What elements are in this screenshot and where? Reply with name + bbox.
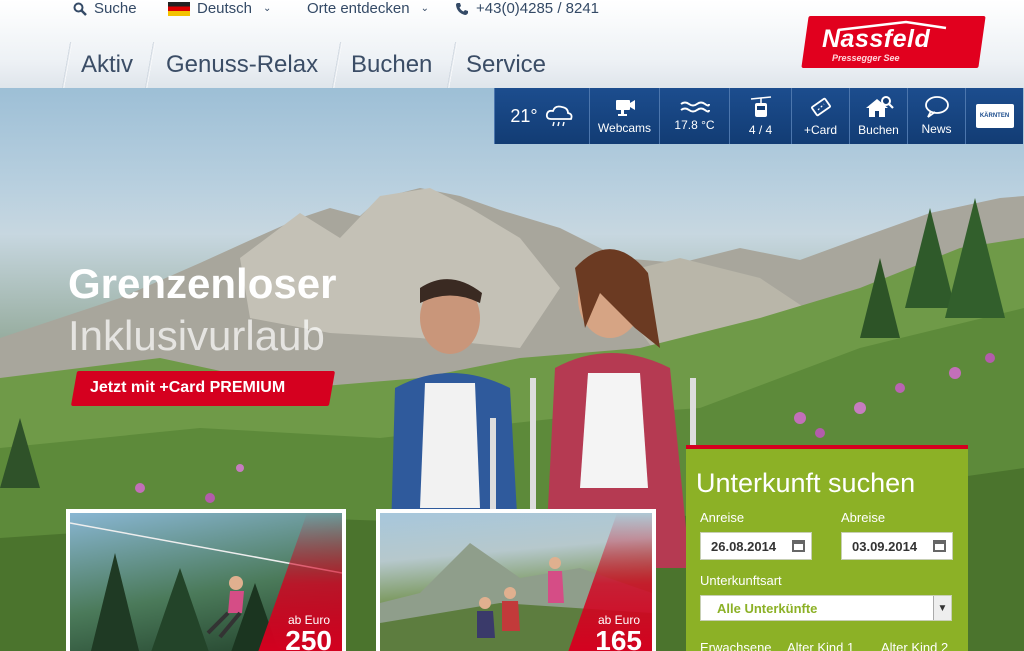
chevron-down-icon[interactable]: ▼ xyxy=(933,596,951,620)
chevron-down-icon: ⌄ xyxy=(263,3,272,14)
search-label: Suche xyxy=(94,0,137,17)
promo-card-zipline[interactable]: ab Euro 250 xyxy=(66,509,346,651)
adults-label: Erwachsene xyxy=(700,640,772,651)
webcams-label: Webcams xyxy=(597,121,652,135)
accommodation-type-label: Unterkunftsart xyxy=(700,573,782,588)
water-temperature-widget[interactable]: 17.8 °C xyxy=(659,88,729,144)
booking-label: Buchen xyxy=(858,123,899,137)
calendar-icon[interactable] xyxy=(933,540,946,552)
price-value: 165 xyxy=(595,625,642,651)
booking-widget[interactable]: Buchen xyxy=(849,88,907,144)
phone-icon xyxy=(456,2,468,15)
price-value: 250 xyxy=(285,625,332,651)
places-label: Orte entdecken xyxy=(307,0,410,17)
arrival-date-field[interactable]: 26.08.2014 xyxy=(700,532,812,560)
booking-panel-title: Unterkunft suchen xyxy=(696,468,916,498)
card-label: +Card xyxy=(803,123,838,137)
calendar-icon[interactable] xyxy=(792,540,805,552)
nav-item-service[interactable]: Service xyxy=(466,42,546,88)
nav-divider xyxy=(445,42,459,88)
nav-item-genuss-relax[interactable]: Genuss-Relax xyxy=(166,42,318,88)
lifts-widget[interactable]: 4 / 4 xyxy=(729,88,791,144)
child2-age-label: Alter Kind 2 xyxy=(881,640,949,651)
accommodation-type-value: Alle Unterkünfte xyxy=(717,600,818,616)
hero-headline: Grenzenloser xyxy=(68,260,337,307)
ticket-icon xyxy=(810,97,831,117)
water-waves-icon xyxy=(679,101,710,113)
karnten-logo: KÄRNTEN xyxy=(975,104,1014,128)
search-link[interactable]: Suche xyxy=(73,0,137,17)
logo-wordmark: Nassfeld xyxy=(822,25,931,53)
nav-item-buchen[interactable]: Buchen xyxy=(351,42,432,88)
site-header: Suche Deutsch ⌄ Orte entdecken ⌄ +43(0)4… xyxy=(0,0,1024,88)
accommodation-search-panel: Unterkunft suchen Anreise 26.08.2014 Abr… xyxy=(686,445,968,651)
nav-divider xyxy=(143,42,157,88)
weather-widget[interactable]: 21° xyxy=(494,88,589,144)
promo-card-hiking-family[interactable]: ab Euro 165 xyxy=(376,509,656,651)
webcam-icon xyxy=(615,100,635,116)
accommodation-type-select[interactable]: Alle Unterkünfte ▼ xyxy=(700,595,952,621)
arrival-date-value: 26.08.2014 xyxy=(711,538,777,554)
chevron-down-icon: ⌄ xyxy=(420,3,429,14)
search-icon xyxy=(73,2,87,16)
rain-cloud-icon xyxy=(545,105,573,127)
info-widget-bar: 21° Webcams 17.8 °C 4 / 4 +Card Buchen N… xyxy=(494,88,1023,144)
nav-item-aktiv[interactable]: Aktiv xyxy=(81,42,133,88)
nav-divider xyxy=(60,42,74,88)
nav-divider xyxy=(330,42,344,88)
child1-age-label: Alter Kind 1 xyxy=(787,640,855,651)
lifts-label: 4 / 4 xyxy=(748,123,773,137)
places-menu[interactable]: Orte entdecken ⌄ xyxy=(307,0,429,17)
departure-date-field[interactable]: 03.09.2014 xyxy=(841,532,953,560)
cable-car-icon xyxy=(750,96,771,117)
top-bar: Suche Deutsch ⌄ Orte entdecken ⌄ +43(0)4… xyxy=(0,0,700,20)
speech-bubble-icon xyxy=(924,96,949,118)
hero-subline: Inklusivurlaub xyxy=(68,312,325,359)
german-flag-icon xyxy=(168,1,190,16)
news-widget[interactable]: News xyxy=(907,88,965,144)
cta-label[interactable]: Jetzt mit +Card PREMIUM xyxy=(90,379,285,397)
phone-number: +43(0)4285 / 8241 xyxy=(476,0,600,17)
arrival-label: Anreise xyxy=(700,510,745,525)
webcams-widget[interactable]: Webcams xyxy=(589,88,659,144)
phone-link[interactable]: +43(0)4285 / 8241 xyxy=(455,0,599,17)
departure-date-value: 03.09.2014 xyxy=(852,538,918,554)
card-widget[interactable]: +Card xyxy=(791,88,849,144)
weather-temperature: 21° xyxy=(510,105,538,126)
language-label: Deutsch xyxy=(197,0,253,17)
logo-subtitle: Pressegger See xyxy=(832,53,900,63)
house-search-icon xyxy=(865,96,894,117)
news-label: News xyxy=(921,122,952,136)
water-temperature-label: 17.8 °C xyxy=(674,118,715,132)
language-selector[interactable]: Deutsch ⌄ xyxy=(168,0,271,17)
karnten-widget[interactable]: KÄRNTEN xyxy=(965,88,1023,144)
departure-label: Abreise xyxy=(841,510,886,525)
